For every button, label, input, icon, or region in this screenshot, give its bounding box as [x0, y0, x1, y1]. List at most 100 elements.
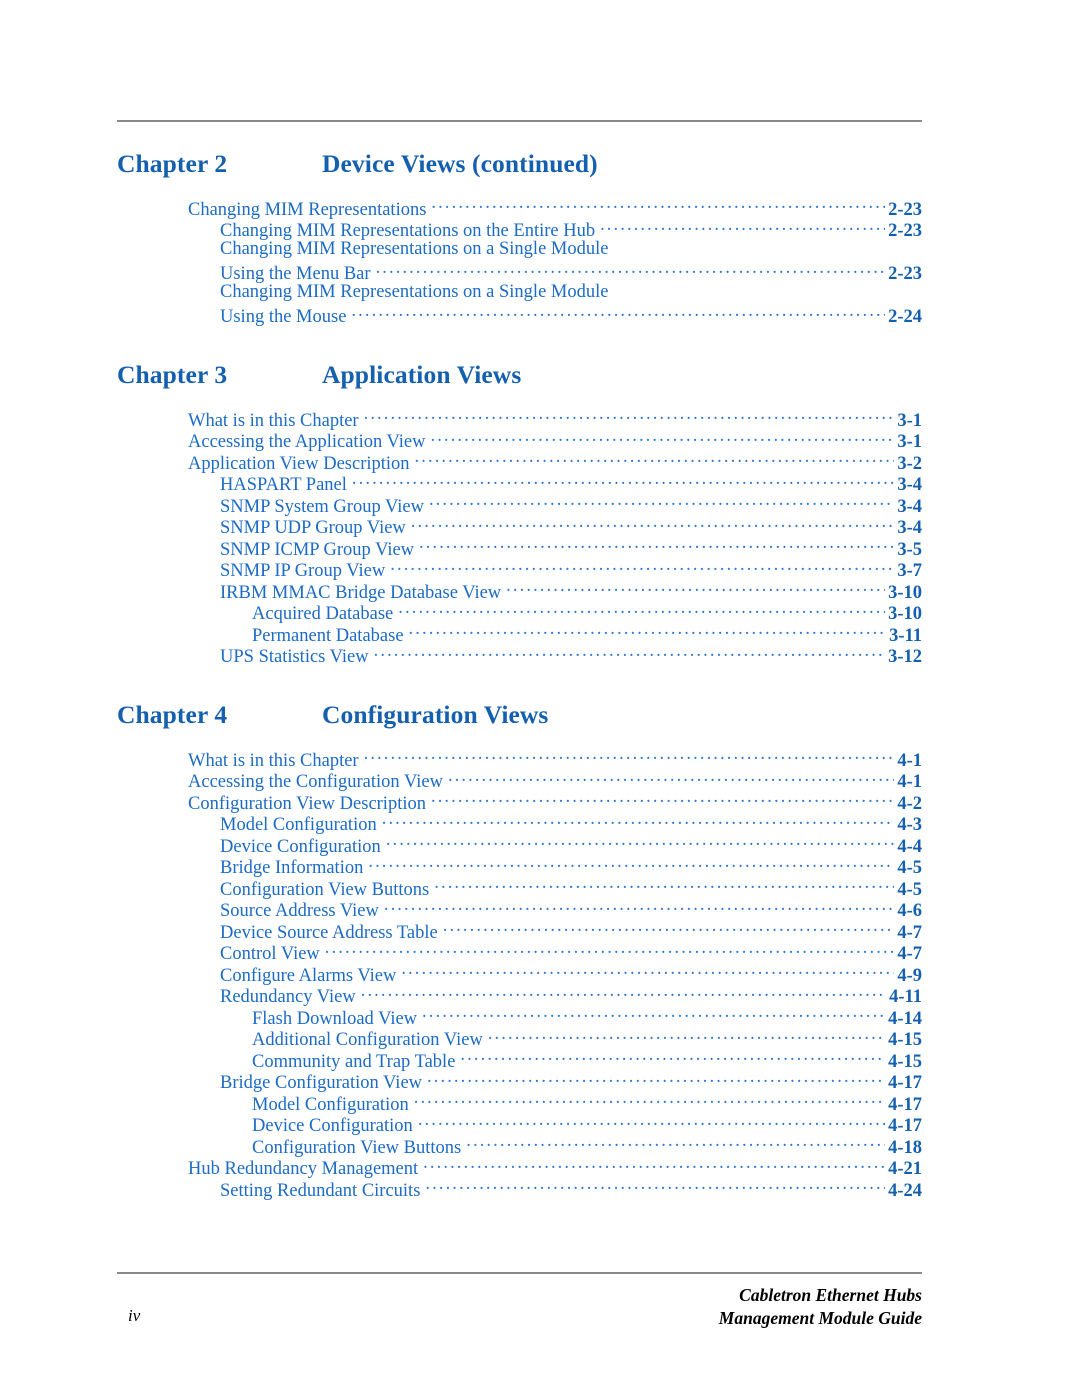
toc-entry-label: UPS Statistics View [220, 647, 369, 668]
toc-entry-page-number: 3-4 [897, 475, 922, 496]
header-rule [117, 120, 922, 122]
toc-entry-page-number: 4-5 [897, 858, 922, 879]
document-title-line-2: Management Module Guide [718, 1308, 922, 1328]
toc-entry-label: Hub Redundancy Management [188, 1159, 419, 1180]
dot-leader [429, 493, 894, 512]
toc-entry-label: HASPART Panel [220, 475, 347, 496]
dot-leader [368, 855, 894, 874]
toc-entry[interactable]: Source Address View 4-6 [117, 898, 922, 922]
toc-entry-label: Model Configuration [220, 815, 377, 836]
toc-entry-label: Device Configuration [220, 836, 381, 857]
document-page: Chapter 2 Device Views (continued) Changin… [0, 0, 1080, 1397]
dot-leader [430, 429, 894, 448]
toc-entry-page-number: 3-1 [897, 410, 922, 431]
toc-entry[interactable]: Changing MIM Representations on the Enti… [117, 218, 922, 242]
toc-entry[interactable]: Configuration View Buttons4-5 [117, 876, 922, 900]
toc-entry[interactable]: Changing MIM Representations 2-23 [117, 196, 922, 220]
toc-entry[interactable]: SNMP IP Group View 3-7 [117, 558, 922, 582]
chapter-title: Application Views [322, 360, 522, 390]
toc-entry[interactable]: Hub Redundancy Management 4-21 [117, 1156, 922, 1180]
toc-entry[interactable]: Using the Mouse 2-24 [117, 304, 922, 328]
toc-entry[interactable]: Configuration View Buttons4-18 [117, 1134, 922, 1158]
toc-entry-label: SNMP IP Group View [220, 561, 386, 582]
toc-entry[interactable]: What is in this Chapter 4-1 [117, 747, 922, 771]
toc-entry-page-number: 3-10 [888, 582, 922, 603]
toc-entry[interactable]: SNMP System Group View 3-4 [117, 493, 922, 517]
toc-entry-page-number: 4-6 [897, 901, 922, 922]
toc-entry[interactable]: UPS Statistics View 3-12 [117, 644, 922, 668]
toc-entry[interactable]: Accessing the Configuration View 4-1 [117, 769, 922, 793]
dot-leader [431, 790, 894, 809]
chapter-title: Configuration Views [322, 700, 549, 730]
toc-entry-label: Bridge Configuration View [220, 1073, 423, 1094]
toc-entry[interactable]: Changing MIM Representations on a Single… [117, 282, 922, 304]
toc-entry-page-number: 4-7 [897, 944, 922, 965]
toc-entry[interactable]: Additional Configuration View 4-15 [117, 1027, 922, 1051]
chapter-group: Chapter 3 Application Views What is in thi… [117, 360, 922, 668]
dot-leader [506, 579, 885, 598]
toc-entry-page-number: 4-17 [888, 1073, 922, 1094]
document-title: Cabletron Ethernet Hubs Management Modul… [719, 1284, 922, 1330]
toc-entry[interactable]: What is in this Chapter 3-1 [117, 407, 922, 431]
toc-entry[interactable]: Community and Trap Table4-15 [117, 1048, 922, 1072]
dot-leader [374, 644, 885, 663]
toc-entry-page-number: 3-4 [897, 518, 922, 539]
document-title-line-1: Cabletron Ethernet Hubs [739, 1285, 922, 1305]
dot-leader [419, 536, 894, 555]
toc-entry[interactable]: Device Configuration 4-4 [117, 833, 922, 857]
toc-entry[interactable]: Configure Alarms View4-9 [117, 962, 922, 986]
dot-leader [431, 196, 885, 215]
toc-entry-label: Changing MIM Representations [188, 199, 427, 220]
toc-entry[interactable]: SNMP ICMP Group View 3-5 [117, 536, 922, 560]
table-of-contents: Chapter 2 Device Views (continued) Changin… [117, 149, 922, 1201]
toc-entry[interactable]: Bridge Information 4-5 [117, 855, 922, 879]
toc-entry[interactable]: Device Configuration 4-17 [117, 1113, 922, 1137]
toc-entry-page-number: 4-15 [888, 1030, 922, 1051]
dot-leader [418, 1113, 885, 1132]
dot-leader [352, 472, 894, 491]
dot-leader [409, 622, 887, 641]
toc-entry[interactable]: Setting Redundant Circuits 4-24 [117, 1177, 922, 1201]
toc-entry[interactable]: Application View Description3-2 [117, 450, 922, 474]
toc-entry[interactable]: Redundancy View 4-11 [117, 984, 922, 1008]
toc-entry-label: SNMP System Group View [220, 496, 424, 517]
toc-entry-label: Flash Download View [252, 1008, 418, 1029]
toc-entry-page-number: 2-23 [888, 221, 922, 242]
chapter-heading: Chapter 4 Configuration Views [117, 701, 922, 729]
dot-leader [414, 1091, 885, 1110]
toc-entry-list: What is in this Chapter4-1Accessing the … [117, 747, 922, 1201]
toc-entry[interactable]: Device Source Address Table4-7 [117, 919, 922, 943]
toc-entry-label: Additional Configuration View [252, 1030, 483, 1051]
toc-entry[interactable]: Permanent Database3-11 [117, 622, 922, 646]
toc-entry-page-number: 4-17 [888, 1094, 922, 1115]
toc-entry-label: Changing MIM Representations on a Single… [220, 282, 609, 303]
toc-entry-label: Accessing the Configuration View [188, 772, 443, 793]
toc-entry[interactable]: Accessing the Application View 3-1 [117, 429, 922, 453]
toc-entry-page-number: 3-12 [888, 647, 922, 668]
toc-entry-page-number: 4-11 [889, 987, 922, 1008]
dot-leader [364, 747, 895, 766]
toc-entry-page-number: 4-1 [897, 772, 922, 793]
dot-leader [390, 558, 894, 577]
toc-entry-label: Using the Mouse [220, 307, 347, 328]
toc-entry[interactable]: Using the Menu Bar2-23 [117, 261, 922, 285]
toc-entry-page-number: 4-15 [888, 1051, 922, 1072]
toc-entry[interactable]: IRBM MMAC Bridge Database View3-10 [117, 579, 922, 603]
toc-entry[interactable]: HASPART Panel 3-4 [117, 472, 922, 496]
toc-entry[interactable]: Bridge Configuration View 4-17 [117, 1070, 922, 1094]
dot-leader [382, 812, 895, 831]
toc-entry-page-number: 4-3 [897, 815, 922, 836]
toc-entry[interactable]: Configuration View Description4-2 [117, 790, 922, 814]
toc-entry[interactable]: Control View 4-7 [117, 941, 922, 965]
dot-leader [351, 304, 885, 323]
toc-entry-page-number: 3-11 [889, 625, 922, 646]
toc-entry[interactable]: Model Configuration 4-3 [117, 812, 922, 836]
toc-entry-page-number: 4-4 [897, 836, 922, 857]
dot-leader [427, 1070, 885, 1089]
toc-entry-page-number: 3-4 [897, 496, 922, 517]
chapter-group: Chapter 2 Device Views (continued) Changin… [117, 149, 922, 328]
toc-entry[interactable]: SNMP UDP Group View 3-4 [117, 515, 922, 539]
toc-entry[interactable]: Changing MIM Representations on a Single… [117, 239, 922, 261]
toc-entry-label: What is in this Chapter [188, 410, 359, 431]
toc-entry-page-number: 3-10 [888, 604, 922, 625]
